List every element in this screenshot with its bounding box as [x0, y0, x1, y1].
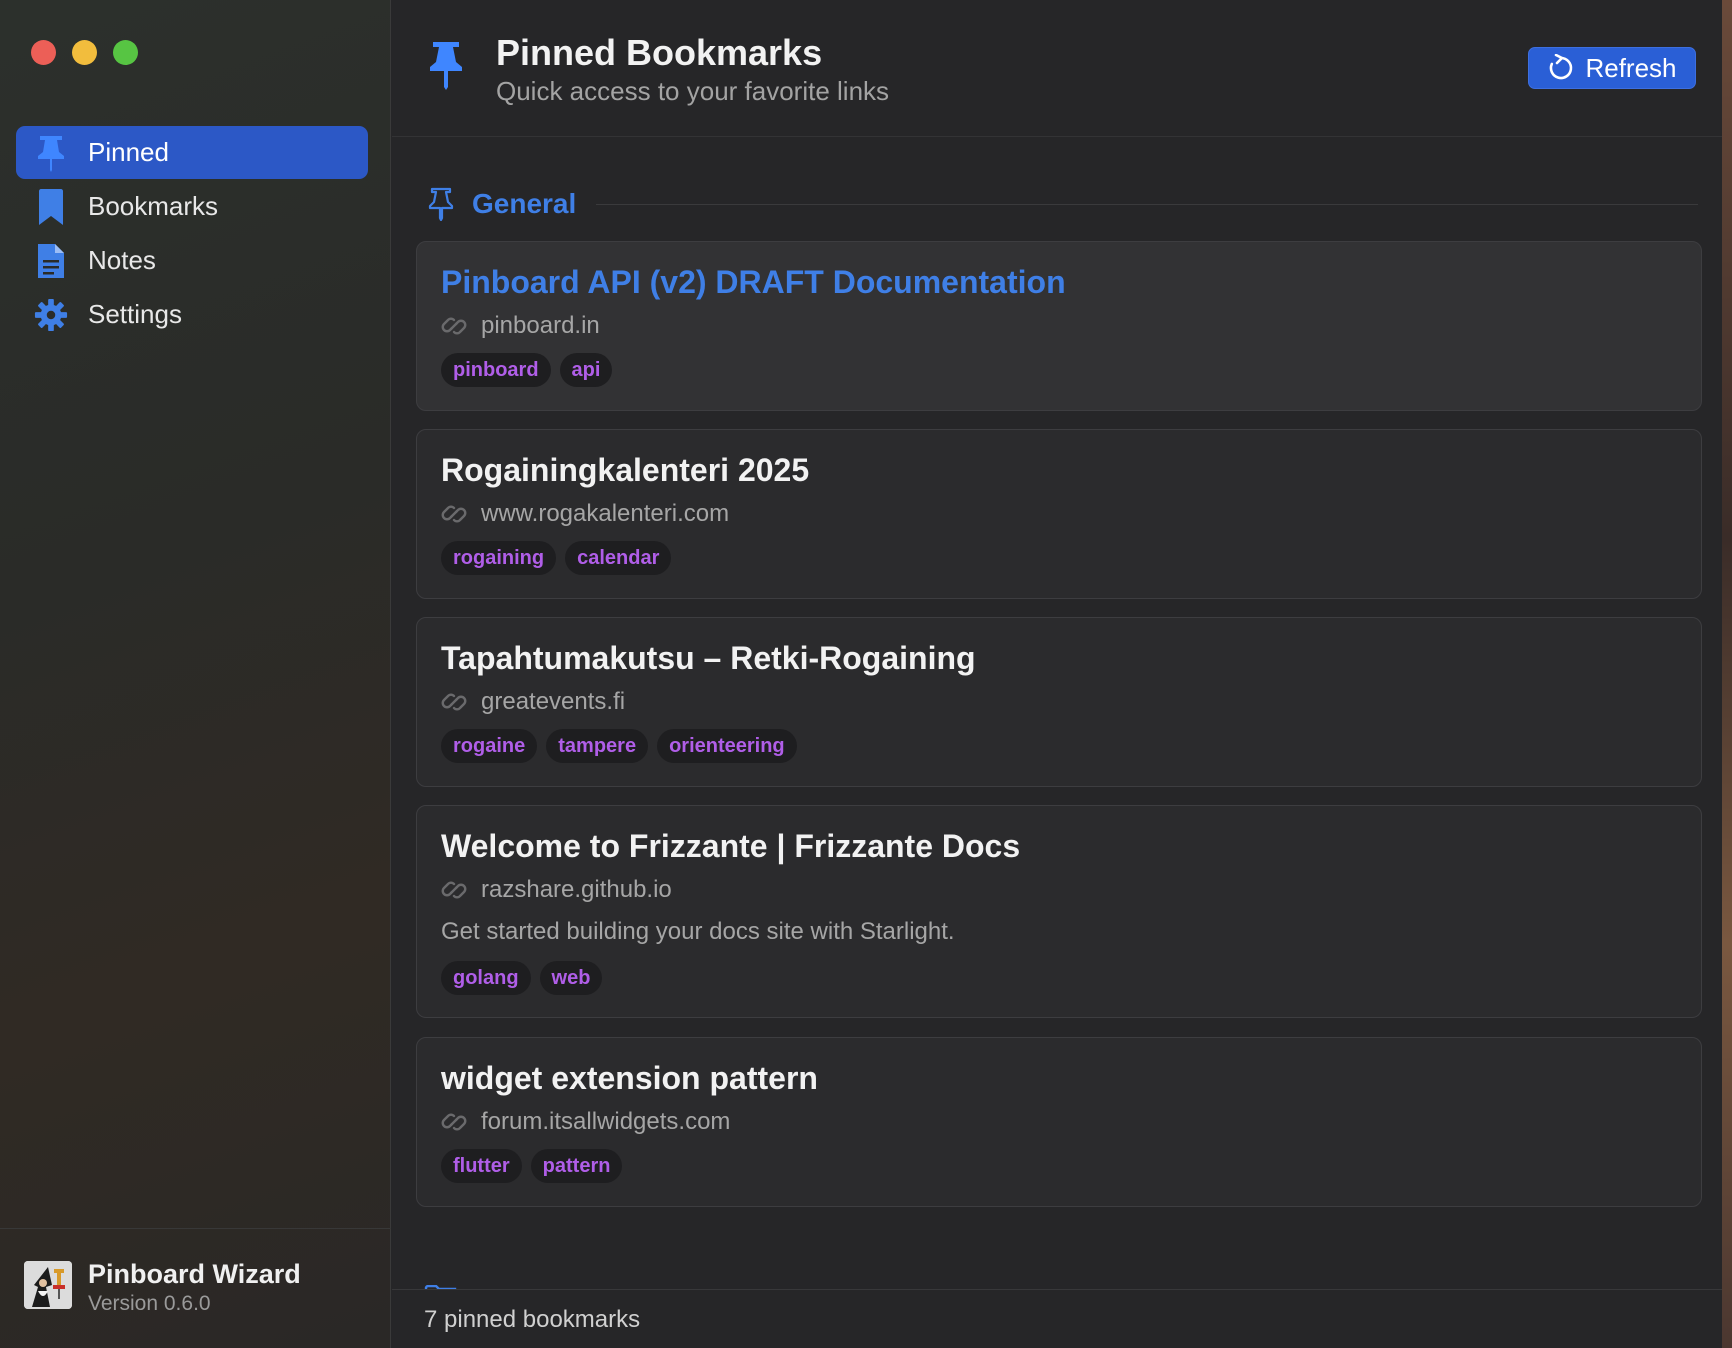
tag-list: rogaining calendar: [441, 541, 672, 575]
bookmark-card[interactable]: Pinboard API (v2) DRAFT Documentation pi…: [416, 241, 1702, 411]
wizard-logo-icon: [24, 1261, 72, 1309]
sidebar-item-label: Settings: [88, 299, 182, 329]
sidebar-item-bookmarks[interactable]: Bookmarks: [16, 180, 368, 233]
bookmark-title[interactable]: Welcome to Frizzante | Frizzante Docs: [441, 828, 1020, 865]
tag[interactable]: web: [539, 961, 603, 995]
sidebar-item-label: Pinned: [88, 137, 169, 167]
tag[interactable]: rogaine: [441, 729, 538, 763]
page-header: Pinned Bookmarks Quick access to your fa…: [392, 0, 1722, 137]
refresh-icon: [1547, 54, 1575, 82]
app-name: Pinboard Wizard: [88, 1259, 301, 1289]
bookmark-description: Get started building your docs site with…: [441, 918, 955, 945]
section-divider: [596, 203, 1698, 205]
tag[interactable]: golang: [441, 961, 531, 995]
link-icon: [441, 313, 467, 339]
app-version: Version 0.6.0: [88, 1292, 211, 1315]
bookmark-url: forum.itsallwidgets.com: [441, 1108, 730, 1136]
pin-icon: [428, 40, 464, 97]
bookmark-title[interactable]: widget extension pattern: [441, 1060, 818, 1097]
bookmark-domain: pinboard.in: [481, 312, 600, 339]
status-bar: 7 pinned bookmarks: [392, 1289, 1722, 1348]
bookmark-domain: greatevents.fi: [481, 688, 626, 715]
bookmark-card[interactable]: Tapahtumakutsu – Retki-Rogaining greatev…: [416, 617, 1702, 787]
status-text: 7 pinned bookmarks: [424, 1306, 641, 1333]
bookmark-card[interactable]: Welcome to Frizzante | Frizzante Docs ra…: [416, 805, 1702, 1018]
background-window-edge: [1722, 0, 1732, 1348]
bookmark-icon: [34, 187, 68, 227]
sidebar: Pinned Bookmarks Notes Settings Pinboard…: [0, 0, 391, 1348]
bookmark-title[interactable]: Pinboard API (v2) DRAFT Documentation: [441, 264, 1066, 301]
bookmark-url: razshare.github.io: [441, 876, 672, 904]
bookmark-url: pinboard.in: [441, 312, 600, 340]
tag[interactable]: calendar: [565, 541, 672, 575]
link-icon: [441, 877, 467, 903]
bookmark-card[interactable]: Rogainingkalenteri 2025 www.rogakalenter…: [416, 429, 1702, 599]
tag[interactable]: pattern: [530, 1149, 623, 1183]
sidebar-item-settings[interactable]: Settings: [16, 288, 368, 341]
maximize-window-button[interactable]: [113, 40, 138, 65]
bookmark-domain: razshare.github.io: [481, 876, 672, 903]
link-icon: [441, 689, 467, 715]
tag-list: pinboard api: [441, 353, 613, 387]
sidebar-footer: Pinboard Wizard Version 0.6.0: [0, 1228, 391, 1348]
section-header-general: General: [428, 184, 1698, 224]
tag[interactable]: rogaining: [441, 541, 557, 575]
close-window-button[interactable]: [31, 40, 56, 65]
pin-icon: [34, 133, 68, 173]
tag[interactable]: orienteering: [657, 729, 797, 763]
tag[interactable]: flutter: [441, 1149, 522, 1183]
tag[interactable]: pinboard: [441, 353, 551, 387]
app-window: Pinned Bookmarks Notes Settings Pinboard…: [0, 0, 1732, 1348]
refresh-button[interactable]: Refresh: [1528, 47, 1696, 89]
tag-list: rogaine tampere orienteering: [441, 729, 797, 763]
bookmark-domain: www.rogakalenteri.com: [481, 500, 730, 527]
tag-list: flutter pattern: [441, 1149, 623, 1183]
sidebar-item-notes[interactable]: Notes: [16, 234, 368, 287]
refresh-label: Refresh: [1585, 52, 1677, 83]
bookmark-title[interactable]: Rogainingkalenteri 2025: [441, 452, 809, 489]
tag[interactable]: tampere: [546, 729, 649, 763]
main-content: Pinned Bookmarks Quick access to your fa…: [392, 0, 1722, 1348]
bookmark-url: greatevents.fi: [441, 688, 625, 716]
pin-outline-icon: [428, 187, 454, 221]
sidebar-item-label: Notes: [88, 245, 156, 275]
bookmark-domain: forum.itsallwidgets.com: [481, 1108, 731, 1135]
tag-list: golang web: [441, 961, 603, 995]
minimize-window-button[interactable]: [72, 40, 97, 65]
bookmark-title[interactable]: Tapahtumakutsu – Retki-Rogaining: [441, 640, 976, 677]
link-icon: [441, 501, 467, 527]
page-title: Pinned Bookmarks: [496, 32, 823, 73]
tag[interactable]: api: [559, 353, 613, 387]
bookmark-card[interactable]: widget extension pattern forum.itsallwid…: [416, 1037, 1702, 1207]
gear-icon: [34, 295, 68, 335]
sidebar-nav: Pinned Bookmarks Notes Settings: [16, 126, 368, 342]
window-controls: [31, 40, 138, 65]
sidebar-item-label: Bookmarks: [88, 191, 219, 221]
page-subtitle: Quick access to your favorite links: [496, 76, 890, 106]
link-icon: [441, 1109, 467, 1135]
bookmark-url: www.rogakalenteri.com: [441, 500, 729, 528]
sidebar-item-pinned[interactable]: Pinned: [16, 126, 368, 179]
document-icon: [34, 241, 68, 281]
section-title: General: [472, 188, 577, 219]
